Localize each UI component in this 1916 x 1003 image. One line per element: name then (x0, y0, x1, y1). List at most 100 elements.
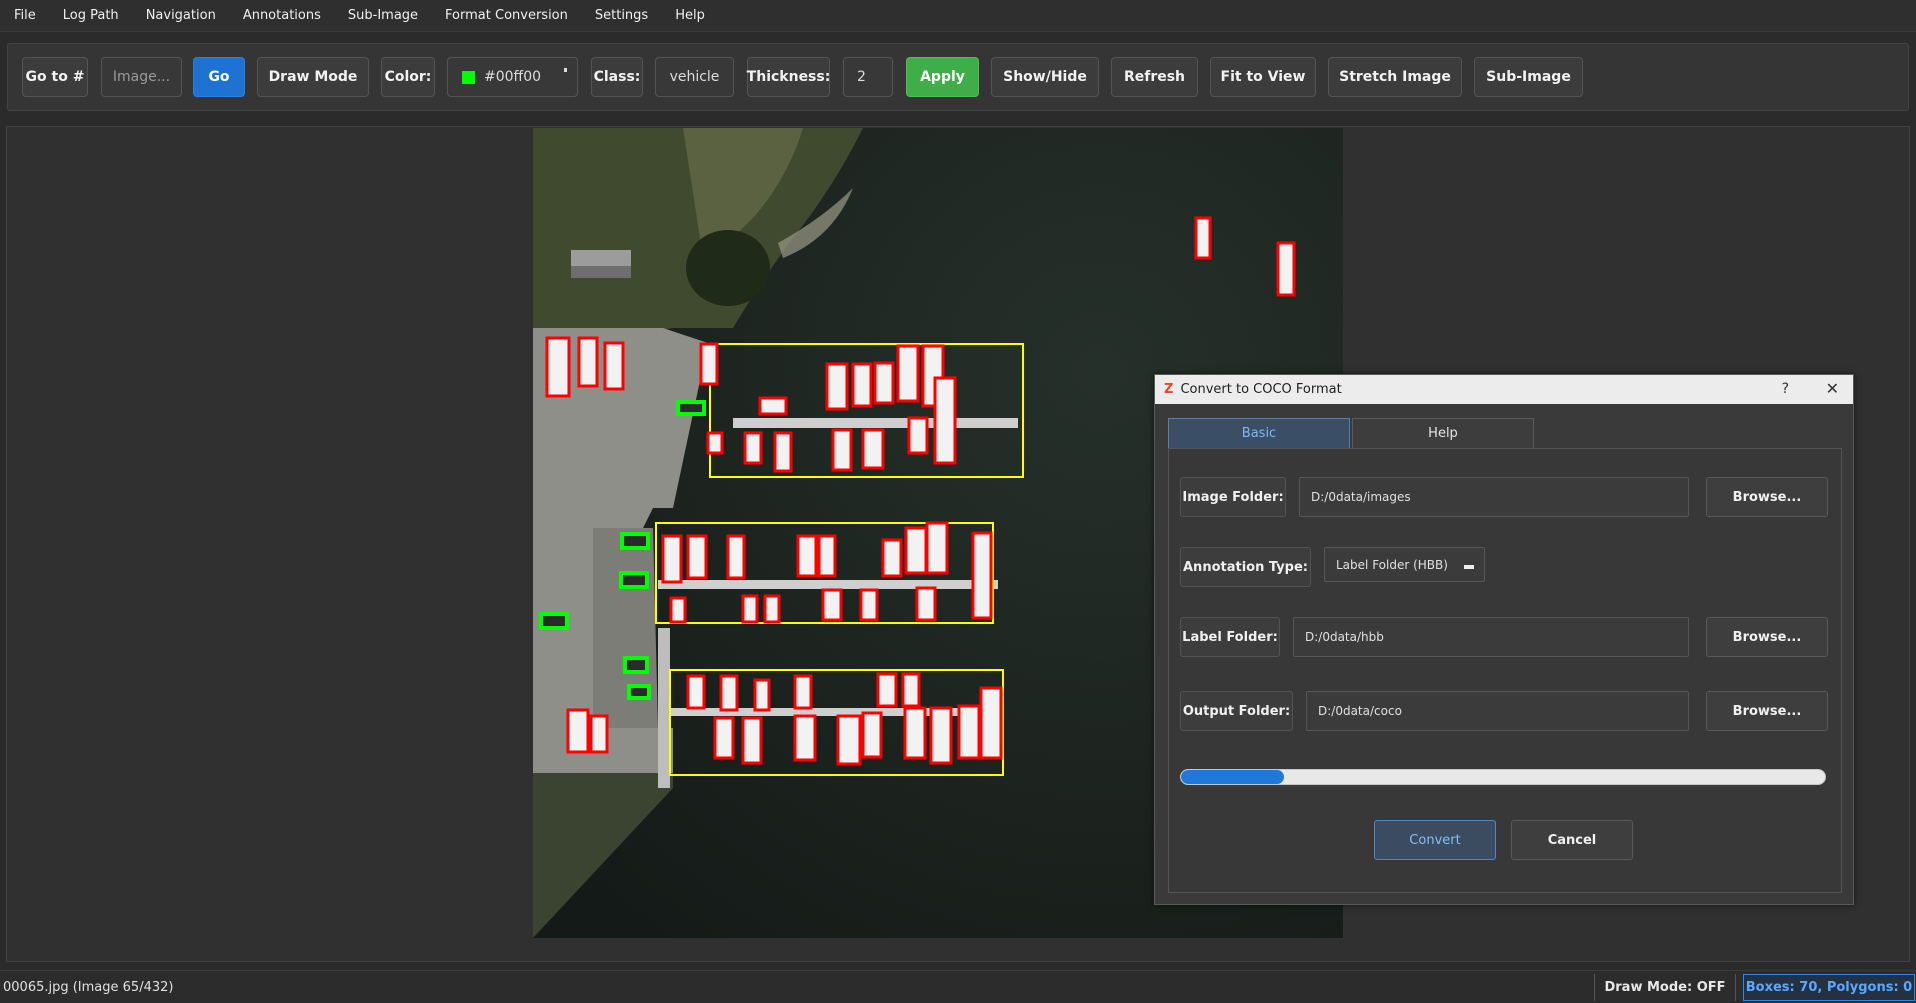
menu-annotations[interactable]: Annotations (243, 8, 321, 23)
boat-box[interactable] (758, 396, 788, 416)
boat-box[interactable] (957, 704, 981, 760)
color-swatch (462, 70, 475, 84)
apply-button[interactable]: Apply (906, 57, 979, 97)
boat-box[interactable] (1194, 216, 1212, 260)
boat-box[interactable] (545, 336, 571, 398)
boat-box[interactable] (915, 586, 937, 622)
menu-format-conversion[interactable]: Format Conversion (445, 8, 568, 23)
boat-box[interactable] (933, 376, 957, 465)
vehicle-box[interactable] (623, 656, 649, 674)
toolbar: Go to # Image... Go Draw Mode Color: #00… (7, 43, 1909, 111)
help-icon[interactable]: ? (1782, 381, 1789, 397)
tab-basic[interactable]: Basic (1168, 418, 1350, 448)
menu-bar: File Log Path Navigation Annotations Sub… (0, 0, 1916, 32)
annotation-type-select[interactable]: Label Folder (HBB) (1324, 547, 1485, 582)
boat-box[interactable] (881, 538, 903, 578)
show-hide-button[interactable]: Show/Hide (991, 57, 1099, 97)
boat-box[interactable] (603, 341, 625, 391)
browse-image-folder-button[interactable]: Browse... (1706, 477, 1828, 517)
boat-box[interactable] (861, 428, 885, 470)
boat-box[interactable] (796, 534, 818, 578)
boat-box[interactable] (686, 534, 708, 580)
menu-log-path[interactable]: Log Path (63, 8, 119, 23)
boat-box[interactable] (661, 534, 683, 584)
boat-box[interactable] (861, 711, 883, 759)
color-picker[interactable]: #00ff00 (447, 57, 578, 97)
boat-box[interactable] (904, 526, 928, 575)
boat-box[interactable] (699, 342, 719, 386)
boat-box[interactable] (971, 531, 993, 620)
boat-box[interactable] (873, 361, 895, 405)
draw-mode-button[interactable]: Draw Mode (257, 57, 369, 97)
vehicle-box[interactable] (676, 400, 706, 416)
boat-box[interactable] (1276, 241, 1296, 297)
boat-box[interactable] (741, 716, 763, 765)
menu-settings[interactable]: Settings (595, 8, 648, 23)
boat-box[interactable] (859, 588, 879, 622)
refresh-button[interactable]: Refresh (1111, 57, 1198, 97)
boat-box[interactable] (753, 678, 771, 712)
boat-box[interactable] (929, 706, 953, 765)
boat-box[interactable] (903, 706, 927, 760)
boat-box[interactable] (669, 596, 687, 624)
boat-box[interactable] (907, 416, 929, 455)
boat-box[interactable] (726, 534, 746, 580)
boat-box[interactable] (713, 716, 735, 760)
boat-box[interactable] (925, 521, 949, 575)
boat-box[interactable] (876, 672, 898, 708)
stretch-image-button[interactable]: Stretch Image (1328, 57, 1462, 97)
color-picker-handle (564, 68, 567, 72)
vehicle-box[interactable] (620, 532, 650, 550)
boat-box[interactable] (577, 336, 599, 388)
close-icon[interactable]: ✕ (1826, 379, 1839, 398)
boat-box[interactable] (743, 431, 763, 465)
tab-help[interactable]: Help (1352, 418, 1534, 448)
fit-to-view-button[interactable]: Fit to View (1210, 57, 1316, 97)
boat-box[interactable] (979, 686, 1003, 760)
image-number-input[interactable]: Image... (101, 57, 182, 97)
vehicle-box[interactable] (619, 571, 649, 589)
boat-box[interactable] (589, 714, 609, 754)
thickness-input[interactable]: 2 (843, 57, 893, 97)
basic-panel: Image Folder: D:/0data/images Browse... … (1168, 448, 1842, 893)
label-folder-field[interactable]: D:/0data/hbb (1293, 617, 1689, 657)
boat-box[interactable] (686, 674, 706, 710)
boat-box[interactable] (773, 431, 793, 473)
boat-box[interactable] (793, 714, 817, 762)
boat-box[interactable] (793, 674, 813, 710)
boat-box[interactable] (836, 714, 862, 766)
vehicle-box[interactable] (539, 612, 569, 630)
boat-box[interactable] (741, 594, 759, 624)
boat-box[interactable] (896, 344, 920, 403)
boat-box[interactable] (831, 428, 853, 472)
boat-box[interactable] (901, 672, 921, 708)
menu-sub-image[interactable]: Sub-Image (348, 8, 418, 23)
class-input[interactable]: vehicle (655, 57, 734, 97)
boat-box[interactable] (851, 362, 873, 408)
color-label: Color: (381, 57, 435, 97)
browse-output-folder-button[interactable]: Browse... (1706, 691, 1828, 731)
vehicle-box[interactable] (627, 684, 651, 700)
image-folder-field[interactable]: D:/0data/images (1299, 477, 1689, 517)
boat-box[interactable] (821, 588, 843, 622)
menu-help[interactable]: Help (675, 8, 705, 23)
status-bar: 00065.jpg (Image 65/432) Draw Mode: OFF … (0, 970, 1916, 1003)
boat-box[interactable] (566, 708, 590, 754)
boat-box[interactable] (763, 594, 781, 624)
output-folder-field[interactable]: D:/0data/coco (1306, 691, 1689, 731)
boat-box[interactable] (817, 534, 837, 578)
conversion-progress-bar (1180, 769, 1826, 785)
sub-image-button[interactable]: Sub-Image (1474, 57, 1583, 97)
menu-file[interactable]: File (14, 8, 36, 23)
boat-box[interactable] (706, 431, 724, 455)
dialog-title-bar[interactable]: Z Convert to COCO Format ? ✕ (1155, 375, 1853, 404)
browse-label-folder-button[interactable]: Browse... (1706, 617, 1828, 657)
menu-navigation[interactable]: Navigation (146, 8, 216, 23)
convert-button[interactable]: Convert (1374, 820, 1496, 860)
chevron-down-icon (1464, 565, 1474, 569)
dialog-title: Convert to COCO Format (1180, 382, 1342, 397)
boat-box[interactable] (825, 362, 849, 411)
go-button[interactable]: Go (193, 57, 245, 97)
cancel-button[interactable]: Cancel (1511, 820, 1633, 860)
boat-box[interactable] (719, 674, 739, 712)
